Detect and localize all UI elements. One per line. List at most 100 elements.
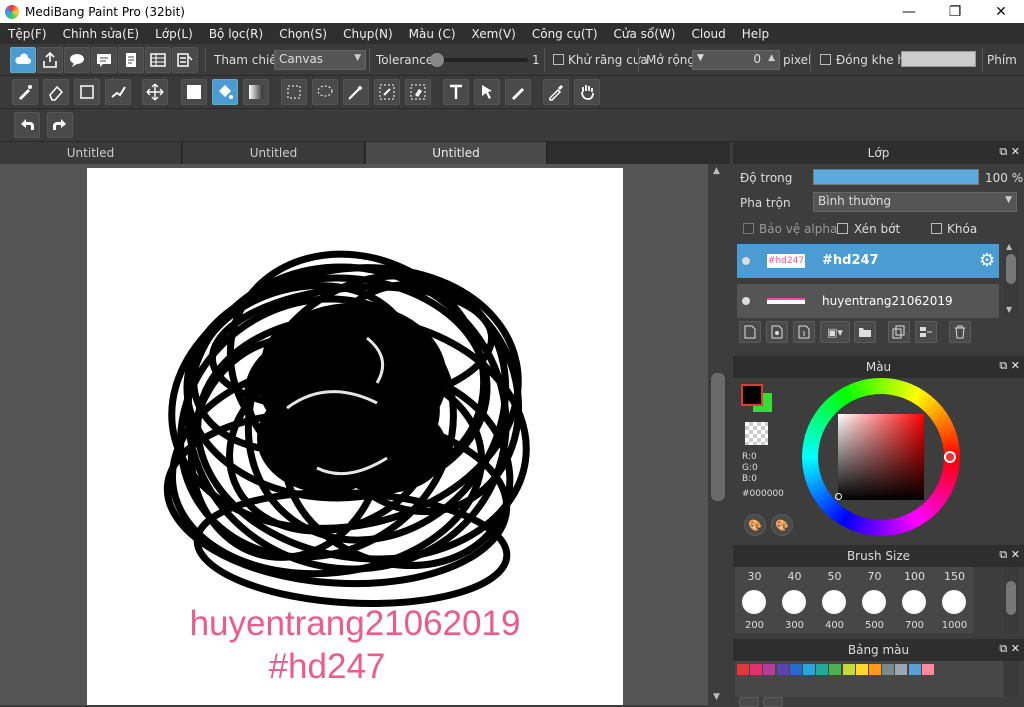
hue-ring[interactable] bbox=[802, 378, 960, 536]
palette-swatch[interactable] bbox=[789, 664, 802, 675]
slider-handle[interactable] bbox=[430, 53, 444, 67]
dot-tool-button[interactable] bbox=[105, 79, 131, 105]
palette-swatch[interactable] bbox=[829, 664, 842, 675]
close-icon[interactable]: ✕ bbox=[978, 0, 1024, 23]
brush-size-400[interactable]: 400 bbox=[815, 620, 854, 631]
new-layer-button[interactable] bbox=[739, 321, 761, 343]
panel-list-button[interactable] bbox=[145, 47, 171, 73]
menu-view[interactable]: Xem(V) bbox=[464, 27, 524, 41]
tab-untitled-3[interactable]: Untitled bbox=[366, 142, 547, 164]
new-color-layer-button[interactable] bbox=[766, 321, 788, 343]
scrollbar-thumb[interactable] bbox=[1006, 254, 1016, 284]
palette-swatch[interactable] bbox=[803, 664, 815, 675]
foreground-color-swatch[interactable] bbox=[741, 384, 763, 406]
layer-row-hd247[interactable]: #hd247 #hd247 ⚙ bbox=[737, 244, 999, 278]
gear-icon[interactable]: ⚙ bbox=[979, 250, 995, 271]
move-tool-button[interactable] bbox=[142, 79, 168, 105]
palette-swatch[interactable] bbox=[855, 664, 868, 675]
cloud-button[interactable] bbox=[10, 47, 36, 73]
brush-size-500[interactable]: 500 bbox=[855, 620, 894, 631]
text-tool-button[interactable] bbox=[443, 79, 469, 105]
menu-snap[interactable]: Chụp(N) bbox=[335, 27, 401, 41]
scroll-down-icon[interactable]: ▼ bbox=[713, 692, 720, 702]
scroll-down-icon[interactable]: ▼ bbox=[1006, 305, 1012, 314]
page-button[interactable] bbox=[118, 47, 144, 73]
new-1bit-layer-button[interactable] bbox=[793, 321, 815, 343]
layer-scrollbar[interactable]: ▲ ▼ bbox=[1004, 242, 1018, 318]
operation-tool-button[interactable] bbox=[474, 79, 500, 105]
brush-size-1000[interactable]: 1000 bbox=[935, 620, 974, 631]
palette-swatch[interactable] bbox=[737, 664, 749, 675]
palette-edit-button[interactable]: 🎨 bbox=[771, 514, 793, 536]
clipping-checkbox[interactable] bbox=[837, 223, 848, 234]
lock-checkbox[interactable] bbox=[931, 223, 942, 234]
palette-swatch[interactable] bbox=[869, 664, 881, 675]
menu-filter[interactable]: Bộ lọc(R) bbox=[201, 27, 271, 41]
close-gap-checkbox[interactable] bbox=[820, 54, 831, 65]
undo-button[interactable] bbox=[14, 112, 40, 138]
canvas-scrollbar[interactable]: ▲ ▼ bbox=[708, 164, 730, 705]
brush-dot[interactable] bbox=[942, 590, 966, 614]
redo-button[interactable] bbox=[47, 112, 73, 138]
palette-wheel-button[interactable]: 🎨 bbox=[744, 514, 766, 536]
brush-size-70[interactable]: 70 bbox=[855, 570, 894, 583]
menu-cloud[interactable]: Cloud bbox=[684, 27, 734, 41]
spin-down-icon[interactable]: ▼ bbox=[697, 53, 704, 63]
palette-swatch[interactable] bbox=[750, 664, 763, 675]
select-pen-button[interactable] bbox=[374, 79, 400, 105]
brush-size-200[interactable]: 200 bbox=[735, 620, 774, 631]
tab-untitled-1[interactable]: Untitled bbox=[0, 142, 182, 164]
palette-add-button[interactable] bbox=[739, 697, 759, 707]
hand-tool-button[interactable] bbox=[574, 79, 600, 105]
comment-button[interactable] bbox=[91, 47, 117, 73]
select-rect-button[interactable] bbox=[281, 79, 307, 105]
brush-size-100[interactable]: 100 bbox=[895, 570, 934, 583]
opacity-slider[interactable] bbox=[813, 169, 979, 185]
menu-color[interactable]: Màu (C) bbox=[401, 27, 464, 41]
bucket-tool-button[interactable] bbox=[212, 79, 238, 105]
expand-spinner[interactable]: ▼ 0 ▲ bbox=[692, 50, 780, 70]
palette-swatch[interactable] bbox=[816, 664, 829, 675]
share-button[interactable] bbox=[37, 47, 63, 73]
palette-swatch[interactable] bbox=[908, 664, 921, 675]
protect-alpha-checkbox[interactable] bbox=[743, 223, 754, 234]
brush-size-30[interactable]: 30 bbox=[735, 570, 774, 583]
menu-file[interactable]: Tệp(F) bbox=[0, 27, 55, 41]
eraser-tool-button[interactable] bbox=[43, 79, 69, 105]
panel-close-icon[interactable]: ⧉ ✕ bbox=[999, 145, 1020, 159]
brush-dot[interactable] bbox=[822, 590, 846, 614]
menu-edit[interactable]: Chỉnh sửa(E) bbox=[55, 27, 148, 41]
brush-dot[interactable] bbox=[862, 590, 886, 614]
brush-size-700[interactable]: 700 bbox=[895, 620, 934, 631]
divide-tool-button[interactable] bbox=[505, 79, 531, 105]
menu-tools[interactable]: Công cụ(T) bbox=[524, 27, 606, 41]
palette-swatch[interactable] bbox=[763, 664, 776, 675]
reference-select[interactable]: Canvas ▼ bbox=[274, 50, 366, 70]
brush-size-150[interactable]: 150 bbox=[935, 570, 974, 583]
new-folder-button[interactable] bbox=[854, 321, 876, 343]
palette-swatch[interactable] bbox=[776, 664, 789, 675]
palette-swatch[interactable] bbox=[882, 664, 895, 675]
transparent-color-swatch[interactable] bbox=[745, 422, 768, 445]
delete-layer-button[interactable] bbox=[949, 321, 971, 343]
antialias-checkbox[interactable] bbox=[553, 54, 564, 65]
select-eraser-button[interactable] bbox=[405, 79, 431, 105]
brush-dot[interactable] bbox=[782, 590, 806, 614]
maximize-icon[interactable]: ❐ bbox=[932, 0, 978, 23]
spin-up-icon[interactable]: ▲ bbox=[768, 53, 775, 63]
close-gap-field[interactable] bbox=[901, 51, 976, 67]
tolerance-slider[interactable] bbox=[430, 53, 528, 67]
brush-dot[interactable] bbox=[742, 590, 766, 614]
layer-row-huyentrang[interactable]: huyentrang21062019 bbox=[737, 284, 999, 318]
saturation-value-square[interactable] bbox=[838, 414, 924, 500]
sv-handle[interactable] bbox=[835, 493, 842, 500]
lasso-button[interactable] bbox=[312, 79, 338, 105]
panel-close-icon[interactable]: ⧉ ✕ bbox=[999, 359, 1020, 373]
speech-balloon-button[interactable] bbox=[64, 47, 90, 73]
minimize-icon[interactable]: — bbox=[886, 0, 932, 23]
scrollbar-thumb[interactable] bbox=[1006, 581, 1016, 615]
scrollbar-thumb[interactable] bbox=[711, 373, 725, 501]
palette-menu-button[interactable] bbox=[763, 697, 783, 707]
brush-scrollbar[interactable] bbox=[1004, 567, 1018, 633]
brush-size-50[interactable]: 50 bbox=[815, 570, 854, 583]
